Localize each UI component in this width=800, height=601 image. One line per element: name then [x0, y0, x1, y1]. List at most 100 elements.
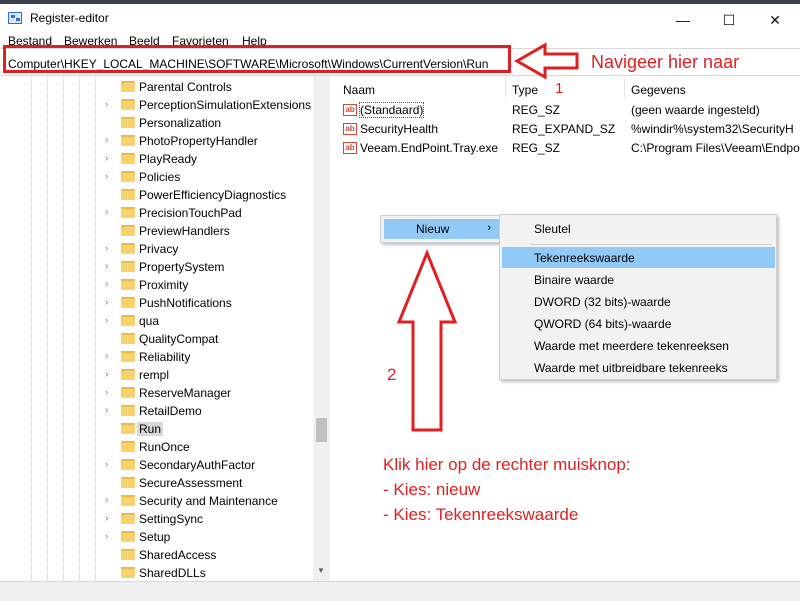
value-type: REG_SZ	[512, 103, 561, 117]
context-menu-new[interactable]: Nieuw ›	[384, 219, 499, 239]
expand-chevron-icon[interactable]: ›	[105, 99, 108, 111]
tree-item[interactable]: RunOnce	[0, 438, 313, 456]
close-button[interactable]: ✕	[752, 8, 798, 32]
maximize-button[interactable]: ☐	[706, 8, 752, 32]
window-title: Register-editor	[30, 11, 109, 25]
value-name: SecurityHealth	[360, 122, 439, 136]
tree-item-label: Policies	[139, 170, 181, 184]
tree-item-label: Parental Controls	[139, 80, 232, 94]
tree-item[interactable]: › Privacy	[0, 240, 313, 258]
submenu-item-expandable-string-value[interactable]: Waarde met uitbreidbare tekenreeks	[502, 357, 775, 378]
string-value-icon: ab	[343, 142, 357, 154]
column-divider[interactable]	[624, 78, 625, 98]
folder-icon	[121, 477, 135, 488]
tree-item[interactable]: › PropertySystem	[0, 258, 313, 276]
scroll-down-icon[interactable]: ▼	[317, 566, 325, 575]
tree-item-label: SecureAssessment	[139, 476, 243, 490]
expand-chevron-icon[interactable]: ›	[105, 207, 108, 219]
expand-chevron-icon[interactable]: ›	[105, 531, 108, 543]
tree-item[interactable]: › Policies	[0, 168, 313, 186]
expand-chevron-icon[interactable]: ›	[105, 279, 108, 291]
submenu-item-key[interactable]: Sleutel	[502, 218, 775, 239]
context-menu: Nieuw ›	[380, 215, 502, 243]
folder-icon	[121, 423, 135, 434]
tree-item-label: Setup	[139, 530, 171, 544]
tree-item[interactable]: QualityCompat	[0, 330, 313, 348]
expand-chevron-icon[interactable]: ›	[105, 495, 108, 507]
tree-item[interactable]: › PhotoPropertyHandler	[0, 132, 313, 150]
horizontal-scrollbar[interactable]	[0, 581, 800, 601]
tree-item[interactable]: SharedAccess	[0, 546, 313, 564]
tree-item[interactable]: › Proximity	[0, 276, 313, 294]
tree-item-label: RunOnce	[139, 440, 190, 454]
folder-icon	[121, 135, 135, 146]
expand-chevron-icon[interactable]: ›	[105, 153, 108, 165]
submenu-item-multi-string-value[interactable]: Waarde met meerdere tekenreeksen	[502, 335, 775, 356]
tree-item[interactable]: › qua	[0, 312, 313, 330]
tree-item[interactable]: › rempl	[0, 366, 313, 384]
column-header-type[interactable]: Type	[512, 83, 538, 97]
value-type: REG_EXPAND_SZ	[512, 122, 616, 136]
submenu-item-binary-value[interactable]: Binaire waarde	[502, 269, 775, 290]
expand-chevron-icon[interactable]: ›	[105, 459, 108, 471]
folder-icon	[121, 369, 135, 380]
tree-item[interactable]: › Security and Maintenance	[0, 492, 313, 510]
tree-item[interactable]: › PlayReady	[0, 150, 313, 168]
tree-item-label: PowerEfficiencyDiagnostics	[139, 188, 287, 202]
tree-item-label: Proximity	[139, 278, 189, 292]
tree-item[interactable]: › PushNotifications	[0, 294, 313, 312]
expand-chevron-icon[interactable]: ›	[105, 297, 108, 309]
value-row[interactable]: ab SecurityHealth REG_EXPAND_SZ %windir%…	[335, 120, 800, 138]
expand-chevron-icon[interactable]: ›	[105, 243, 108, 255]
expand-chevron-icon[interactable]: ›	[105, 351, 108, 363]
tree-item[interactable]: SharedDLLs	[0, 564, 313, 582]
expand-chevron-icon[interactable]: ›	[105, 315, 108, 327]
tree-scroll-thumb[interactable]	[316, 418, 327, 442]
submenu-item-string-value[interactable]: Tekenreekswaarde	[502, 247, 775, 268]
tree-item[interactable]: Personalization	[0, 114, 313, 132]
tree-item[interactable]: › SecondaryAuthFactor	[0, 456, 313, 474]
tree-item[interactable]: › Setup	[0, 528, 313, 546]
expand-chevron-icon[interactable]: ›	[105, 387, 108, 399]
expand-chevron-icon[interactable]: ›	[105, 369, 108, 381]
column-divider[interactable]	[505, 78, 506, 98]
column-header-name[interactable]: Naam	[343, 83, 375, 97]
folder-icon	[121, 81, 135, 92]
expand-chevron-icon[interactable]: ›	[105, 261, 108, 273]
folder-icon	[121, 225, 135, 236]
expand-chevron-icon[interactable]: ›	[105, 405, 108, 417]
value-row[interactable]: ab Veeam.EndPoint.Tray.exe REG_SZ C:\Pro…	[335, 139, 800, 157]
tree-item[interactable]: › ReserveManager	[0, 384, 313, 402]
submenu-item-dword-value[interactable]: DWORD (32 bits)-waarde	[502, 291, 775, 312]
expand-chevron-icon[interactable]: ›	[105, 135, 108, 147]
regedit-app-icon	[8, 12, 22, 24]
tree-item-label: qua	[139, 314, 160, 328]
value-row[interactable]: ab (Standaard) REG_SZ (geen waarde inges…	[335, 101, 800, 119]
tree-scrollbar[interactable]: ▼	[313, 76, 330, 581]
tree-item-label: Security and Maintenance	[139, 494, 278, 508]
folder-icon	[121, 405, 135, 416]
tree-item[interactable]: SecureAssessment	[0, 474, 313, 492]
submenu-item-qword-value[interactable]: QWORD (64 bits)-waarde	[502, 313, 775, 334]
folder-icon	[121, 495, 135, 506]
tree-item[interactable]: › PrecisionTouchPad	[0, 204, 313, 222]
tree-item[interactable]: PowerEfficiencyDiagnostics	[0, 186, 313, 204]
folder-icon	[121, 315, 135, 326]
folder-icon	[121, 99, 135, 110]
expand-chevron-icon[interactable]: ›	[105, 513, 108, 525]
folder-icon	[121, 297, 135, 308]
tree-item[interactable]: › SettingSync	[0, 510, 313, 528]
tree-item[interactable]: Parental Controls	[0, 78, 313, 96]
instruction-line: - Kies: Tekenreekswaarde	[383, 505, 579, 524]
tree-item[interactable]: › PerceptionSimulationExtensions	[0, 96, 313, 114]
value-name: Veeam.EndPoint.Tray.exe	[360, 141, 499, 155]
expand-chevron-icon[interactable]: ›	[105, 171, 108, 183]
tree-item[interactable]: › RetailDemo	[0, 402, 313, 420]
column-header-data[interactable]: Gegevens	[631, 83, 686, 97]
tree-item[interactable]: Run	[0, 420, 313, 438]
folder-icon	[121, 351, 135, 362]
tree-item[interactable]: › Reliability	[0, 348, 313, 366]
tree-item-label: rempl	[139, 368, 170, 382]
tree-item[interactable]: PreviewHandlers	[0, 222, 313, 240]
minimize-button[interactable]: —	[660, 8, 706, 32]
